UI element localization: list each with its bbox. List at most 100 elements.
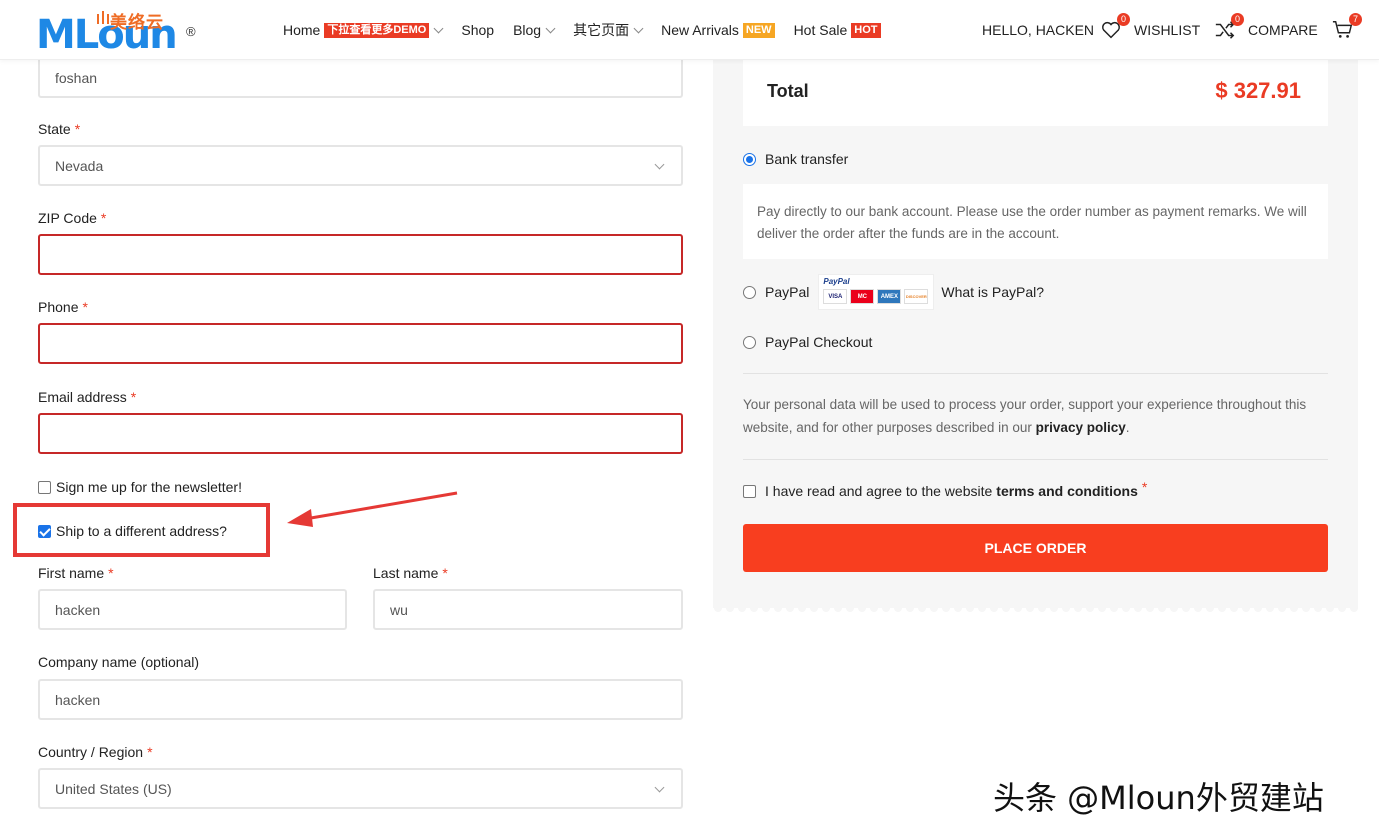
last-name-label: Last name * bbox=[373, 565, 448, 581]
place-order-button[interactable]: PLACE ORDER bbox=[743, 524, 1328, 572]
bank-transfer-radio[interactable] bbox=[743, 152, 756, 166]
logo-bars-icon bbox=[97, 11, 109, 24]
phone-field[interactable] bbox=[38, 323, 683, 364]
nav-label: Hot Sale bbox=[793, 22, 848, 38]
label-text: Phone bbox=[38, 299, 79, 315]
watermark: 头条 @Mloun外贸建站 bbox=[993, 779, 1324, 817]
paypal-checkout-label: PayPal Checkout bbox=[765, 334, 873, 350]
zip-field[interactable] bbox=[38, 234, 683, 275]
phone-label: Phone * bbox=[38, 299, 88, 315]
state-value: Nevada bbox=[55, 157, 104, 174]
label-text: Last name bbox=[373, 565, 439, 581]
nav-item-hot-sale[interactable]: Hot Sale HOT bbox=[794, 22, 881, 38]
what-is-paypal-link[interactable]: What is PayPal? bbox=[941, 284, 1044, 300]
paypal-radio[interactable] bbox=[743, 285, 756, 299]
nav-badge: HOT bbox=[851, 22, 881, 38]
nav-badge: NEW bbox=[742, 22, 775, 38]
first-name-value: hacken bbox=[55, 601, 101, 618]
required-mark: * bbox=[100, 210, 107, 226]
last-name-field[interactable]: wu bbox=[373, 589, 683, 630]
city-field[interactable]: foshan bbox=[38, 57, 683, 98]
terms-checkbox[interactable] bbox=[743, 484, 756, 498]
heart-icon: 0 bbox=[1100, 13, 1130, 41]
state-label: State * bbox=[38, 121, 80, 137]
total-label: Total bbox=[767, 81, 809, 101]
site-logo[interactable]: MLoun 美络云 ® bbox=[36, 8, 206, 58]
required-mark: * bbox=[1141, 479, 1148, 495]
first-name-field[interactable]: hacken bbox=[38, 589, 347, 630]
logo-chinese-text: 美络云 bbox=[110, 13, 164, 32]
card-logos: VISA MC AMEX DISCOVER bbox=[823, 289, 929, 304]
required-mark: * bbox=[442, 565, 448, 581]
nav-item-blog[interactable]: Blog bbox=[513, 22, 556, 38]
compare-label: COMPARE bbox=[1248, 22, 1318, 38]
privacy-text: Your personal data will be used to proce… bbox=[743, 397, 1307, 435]
nav-item-shop[interactable]: Shop bbox=[461, 22, 494, 38]
mastercard-icon: MC bbox=[850, 289, 875, 304]
logo-registered-mark: ® bbox=[186, 24, 196, 39]
site-header: MLoun 美络云 ® Home 下拉查看更多DEMO Shop Blog 其它… bbox=[0, 0, 1379, 60]
chevron-down-icon bbox=[545, 23, 556, 33]
divider bbox=[743, 459, 1328, 460]
required-mark: * bbox=[130, 389, 137, 405]
nav-badge: 下拉查看更多DEMO bbox=[324, 22, 430, 38]
label-text: Country / Region bbox=[38, 744, 144, 760]
country-label: Country / Region * bbox=[38, 744, 153, 760]
privacy-end: . bbox=[1125, 420, 1130, 435]
zip-label: ZIP Code * bbox=[38, 210, 106, 226]
newsletter-checkbox[interactable] bbox=[38, 480, 51, 494]
label-text: Company name (optional) bbox=[38, 654, 200, 670]
required-mark: * bbox=[82, 299, 88, 315]
country-select[interactable]: United States (US) bbox=[38, 768, 683, 809]
email-field[interactable] bbox=[38, 413, 683, 454]
company-label: Company name (optional) bbox=[38, 654, 199, 670]
wishlist-link[interactable]: 0 WISHLIST bbox=[1100, 0, 1200, 60]
cart-link[interactable]: 7 bbox=[1332, 0, 1366, 60]
visa-icon: VISA bbox=[823, 289, 848, 304]
email-label: Email address * bbox=[38, 389, 136, 405]
newsletter-checkbox-row[interactable]: Sign me up for the newsletter! bbox=[38, 479, 242, 495]
company-value: hacken bbox=[55, 691, 101, 708]
main-nav: Home 下拉查看更多DEMO Shop Blog 其它页面 New Arriv… bbox=[283, 0, 900, 60]
nav-label: Home bbox=[283, 22, 321, 38]
chevron-down-icon bbox=[654, 782, 665, 793]
paypal-label: PayPal bbox=[765, 284, 810, 300]
nav-label: Shop bbox=[461, 22, 495, 38]
label-text: Email address bbox=[38, 389, 127, 405]
newsletter-label: Sign me up for the newsletter! bbox=[56, 479, 242, 495]
privacy-policy-link[interactable]: privacy policy bbox=[1036, 420, 1126, 435]
shuffle-icon: 0 bbox=[1214, 13, 1244, 41]
privacy-notice: Your personal data will be used to proce… bbox=[743, 393, 1328, 439]
nav-label: New Arrivals bbox=[661, 22, 739, 38]
nav-label: Blog bbox=[513, 22, 542, 38]
paypal-acceptance-mark: PayPal VISA MC AMEX DISCOVER bbox=[818, 274, 935, 310]
nav-item-home[interactable]: Home 下拉查看更多DEMO bbox=[283, 22, 444, 38]
nav-item-new-arrivals[interactable]: New Arrivals NEW bbox=[661, 22, 775, 38]
nav-item-other-pages[interactable]: 其它页面 bbox=[573, 20, 644, 40]
bank-transfer-label: Bank transfer bbox=[765, 151, 849, 167]
terms-link[interactable]: terms and conditions bbox=[996, 483, 1138, 499]
greeting-link[interactable]: HELLO, HACKEN bbox=[982, 22, 1094, 38]
nav-label: 其它页面 bbox=[573, 22, 630, 38]
compare-link[interactable]: 0 COMPARE bbox=[1214, 0, 1318, 60]
chevron-down-icon bbox=[654, 159, 665, 170]
first-name-label: First name * bbox=[38, 565, 114, 581]
paypal-checkout-radio[interactable] bbox=[743, 335, 756, 349]
paypal-brand: PayPal bbox=[823, 277, 850, 286]
wishlist-count: 0 bbox=[1117, 13, 1130, 26]
compare-count: 0 bbox=[1231, 13, 1244, 26]
payment-paypal-checkout[interactable]: PayPal Checkout bbox=[743, 334, 872, 350]
bank-desc-text: Pay directly to our bank account. Please… bbox=[757, 204, 1307, 241]
payment-paypal[interactable]: PayPal PayPal VISA MC AMEX DISCOVER What… bbox=[743, 274, 1044, 310]
annotation-arrow-icon bbox=[287, 491, 458, 527]
city-value: foshan bbox=[55, 69, 98, 86]
required-mark: * bbox=[147, 744, 153, 760]
amex-icon: AMEX bbox=[877, 289, 902, 304]
company-field[interactable]: hacken bbox=[38, 679, 683, 720]
last-name-value: wu bbox=[390, 601, 408, 618]
panel-zigzag-edge bbox=[713, 603, 1358, 612]
payment-bank-transfer[interactable]: Bank transfer bbox=[743, 151, 848, 167]
total-value: $ 327.91 bbox=[1215, 78, 1301, 103]
terms-checkbox-row[interactable]: I have read and agree to the website ter… bbox=[743, 479, 1147, 499]
state-select[interactable]: Nevada bbox=[38, 145, 683, 186]
